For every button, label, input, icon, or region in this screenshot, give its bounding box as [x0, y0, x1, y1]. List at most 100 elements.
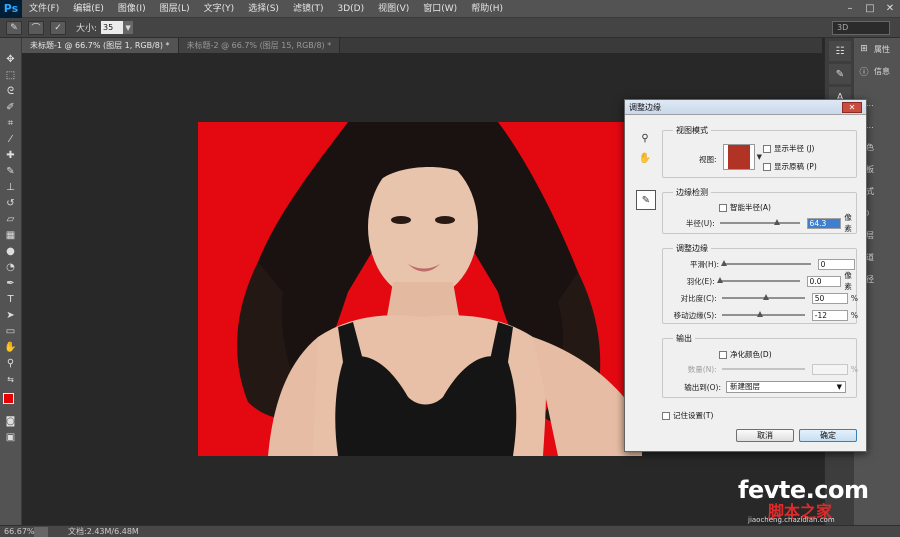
menu-file[interactable]: 文件(F) [22, 0, 66, 18]
zoom-level[interactable]: 66.67% [0, 527, 35, 536]
menu-view[interactable]: 视图(V) [371, 0, 416, 18]
output-to-value: 新建图层 [730, 382, 760, 391]
smart-radius-checkbox[interactable]: 智能半径(A) [719, 202, 771, 213]
smooth-input[interactable]: 0 [817, 258, 856, 270]
contrast-input[interactable]: 50 [811, 292, 848, 304]
healing-tool-icon[interactable]: ✚ [3, 148, 19, 163]
path-select-tool-icon[interactable]: ➤ [3, 308, 19, 323]
panel-spacer [854, 82, 900, 92]
dodge-tool-icon[interactable]: ◔ [3, 260, 19, 275]
contrast-slider-thumb[interactable] [762, 294, 769, 300]
dialog-title: 调整边缘 [625, 100, 866, 115]
remember-settings-box[interactable] [662, 411, 670, 420]
contrast-slider[interactable] [721, 294, 805, 300]
menu-window[interactable]: 窗口(W) [416, 0, 464, 18]
document-image[interactable] [198, 122, 642, 456]
foreground-color[interactable] [2, 393, 14, 404]
history-panel-icon[interactable]: ☷ [829, 41, 851, 61]
show-original-checkbox[interactable]: 显示原稿 (P) [763, 161, 817, 172]
feather-slider-thumb[interactable] [716, 277, 723, 283]
hand-icon[interactable]: ✋ [636, 150, 654, 166]
shift-edge-slider[interactable] [721, 311, 805, 317]
view-thumbnail[interactable]: ▼ [723, 144, 762, 170]
size-label: 大小: [76, 24, 98, 34]
brush-tool-icon[interactable]: ✎ [3, 164, 19, 179]
menu-3d[interactable]: 3D(D) [330, 0, 371, 18]
close-icon[interactable]: ✕ [880, 0, 900, 18]
size-input[interactable]: 35 [101, 21, 124, 34]
stamp-tool-icon[interactable]: ⊥ [3, 180, 19, 195]
view-dropdown-icon[interactable]: ▼ [757, 153, 762, 161]
cancel-button[interactable]: 取消 [736, 429, 794, 442]
refine-radius-tool-icon[interactable]: ✎ [636, 190, 656, 210]
feather-slider[interactable] [716, 277, 800, 283]
radius-input[interactable]: 64.3 [806, 217, 842, 229]
maximize-icon[interactable]: □ [860, 0, 880, 18]
shift-edge-input[interactable]: -12 [811, 309, 848, 321]
brush-preset-icon[interactable]: ✎ [6, 20, 22, 35]
marquee-tool-icon[interactable]: ⬚ [3, 68, 19, 83]
refine-brush-icon[interactable]: ⌒ [28, 20, 44, 35]
tab-document-1[interactable]: 未标题-1 @ 66.7% (图层 1, RGB/8) * [22, 38, 179, 53]
contrast-unit: % [850, 293, 858, 303]
hand-tool-icon[interactable]: ✋ [3, 340, 19, 355]
show-radius-checkbox[interactable]: 显示半径 (J) [763, 143, 814, 154]
swap-colors-icon[interactable]: ⇆ [3, 372, 19, 387]
menu-filter[interactable]: 滤镜(T) [286, 0, 331, 18]
move-tool-icon[interactable]: ✥ [3, 52, 19, 67]
show-original-box[interactable] [763, 162, 771, 171]
edge-detection-title: 边缘检测 [673, 187, 711, 198]
zoom-tool-icon[interactable]: ⚲ [3, 356, 19, 371]
menu-image[interactable]: 图像(I) [111, 0, 153, 18]
menu-edit[interactable]: 编辑(E) [66, 0, 111, 18]
menu-bar: Ps 文件(F) 编辑(E) 图像(I) 图层(L) 文字(Y) 选择(S) 滤… [0, 0, 900, 18]
remember-settings-checkbox[interactable]: 记住设置(T) [662, 410, 713, 421]
type-tool-icon[interactable]: T [3, 292, 19, 307]
eyedropper-tool-icon[interactable]: ⁄ [3, 132, 19, 147]
feather-input[interactable]: 0.0 [806, 275, 842, 287]
pen-tool-icon[interactable]: ✒ [3, 276, 19, 291]
status-icon [34, 526, 48, 537]
ok-button[interactable]: 确定 [799, 429, 857, 442]
quick-select-tool-icon[interactable]: ✐ [3, 100, 19, 115]
show-radius-box[interactable] [763, 144, 771, 153]
gradient-tool-icon[interactable]: ▦ [3, 228, 19, 243]
minimize-icon[interactable]: – [840, 0, 860, 18]
shape-tool-icon[interactable]: ▭ [3, 324, 19, 339]
panel-properties[interactable]: ⊞ 属性 [854, 38, 900, 60]
color-swatches[interactable] [2, 392, 20, 410]
eraser-tool-icon[interactable]: ▱ [3, 212, 19, 227]
watermark: fevte.com 脚本之家 jiaocheng.chazidian.com [738, 476, 898, 524]
blur-tool-icon[interactable]: ● [3, 244, 19, 259]
zoom-icon[interactable]: ⚲ [636, 130, 654, 146]
dialog-close-button[interactable]: ✕ [842, 102, 862, 113]
erase-refinements-icon[interactable]: ✓ [50, 20, 66, 35]
radius-slider[interactable] [719, 219, 800, 225]
chevron-down-icon[interactable]: ▼ [123, 21, 134, 34]
output-group: 输出 净化颜色(D) 数量(N): % 输出到(O): 新建图层 ▼ [662, 333, 858, 398]
decontaminate-checkbox[interactable]: 净化颜色(D) [719, 349, 772, 360]
history-brush-icon[interactable]: ↺ [3, 196, 19, 211]
workspace-select[interactable]: 3D [832, 21, 890, 35]
smooth-slider[interactable] [721, 260, 811, 266]
smooth-slider-thumb[interactable] [721, 260, 728, 266]
crop-tool-icon[interactable]: ⌗ [3, 116, 19, 131]
output-to-label: 输出到(O): [684, 383, 721, 392]
shift-edge-slider-thumb[interactable] [757, 311, 764, 317]
tab-document-2[interactable]: 未标题-2 @ 66.7% (图层 15, RGB/8) * [178, 38, 341, 53]
menu-help[interactable]: 帮助(H) [464, 0, 510, 18]
output-to-select[interactable]: 新建图层 ▼ [726, 381, 846, 393]
menu-layer[interactable]: 图层(L) [153, 0, 197, 18]
quick-mask-icon[interactable]: ◙ [3, 414, 19, 429]
view-mode-group: 视图模式 视图: ▼ 显示半径 (J) 显示原稿 (P) [662, 125, 857, 178]
menu-type[interactable]: 文字(Y) [197, 0, 242, 18]
menu-select[interactable]: 选择(S) [241, 0, 286, 18]
radius-slider-thumb[interactable] [773, 219, 780, 225]
panel-info[interactable]: ⓘ 信息 [854, 60, 900, 82]
decontaminate-box[interactable] [719, 350, 727, 359]
screen-mode-icon[interactable]: ▣ [3, 430, 19, 445]
photoshop-logo[interactable]: Ps [0, 0, 22, 18]
lasso-tool-icon[interactable]: ᘓ [3, 84, 19, 99]
brush-panel-icon[interactable]: ✎ [829, 64, 851, 84]
smart-radius-box[interactable] [719, 203, 727, 212]
